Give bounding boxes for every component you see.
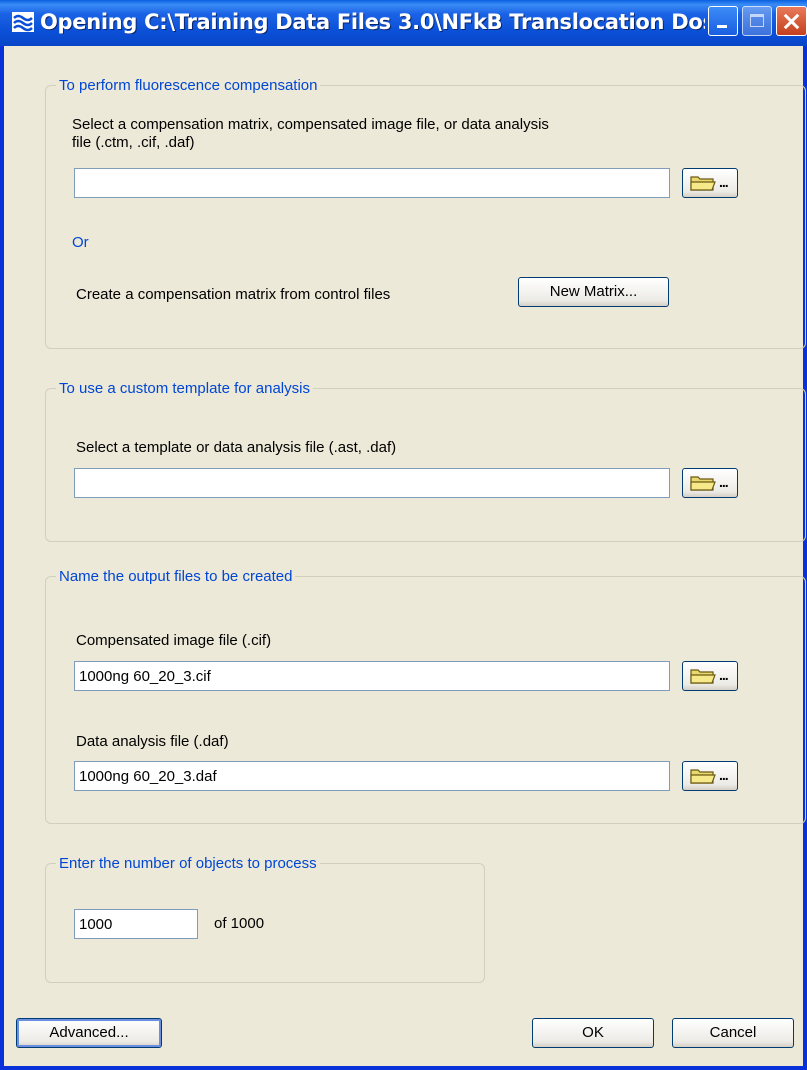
browse-dots: ...: [719, 174, 729, 190]
new-matrix-button[interactable]: New Matrix...: [518, 277, 669, 307]
folder-icon: [690, 669, 716, 684]
cif-browse-button[interactable]: ...: [682, 661, 738, 691]
browse-dots: ...: [719, 767, 729, 783]
cancel-button[interactable]: Cancel: [672, 1018, 794, 1048]
template-select-label: Select a template or data analysis file …: [76, 439, 397, 456]
daf-browse-button[interactable]: ...: [682, 761, 738, 791]
advanced-button[interactable]: Advanced...: [16, 1018, 162, 1048]
compensation-group-title: To perform fluorescence compensation: [59, 77, 318, 94]
objects-group-title: Enter the number of objects to process: [59, 855, 317, 872]
maximize-button[interactable]: [742, 6, 772, 36]
ok-button[interactable]: OK: [532, 1018, 654, 1048]
output-group-title: Name the output files to be created: [59, 568, 293, 585]
folder-icon: [690, 476, 716, 491]
browse-dots: ...: [719, 667, 729, 683]
folder-icon: [690, 769, 716, 784]
or-label: Or: [72, 234, 89, 251]
cif-label: Compensated image file (.cif): [76, 632, 272, 649]
compensation-browse-button[interactable]: ...: [682, 168, 738, 198]
dialog-window: Opening C:\Training Data Files 3.0\NFkB …: [0, 0, 807, 1070]
template-file-input[interactable]: [74, 468, 670, 498]
app-icon: [12, 12, 34, 32]
compensation-select-label: Select a compensation matrix, compensate…: [72, 116, 549, 151]
daf-label: Data analysis file (.daf): [76, 733, 229, 750]
template-browse-button[interactable]: ...: [682, 468, 738, 498]
template-group: To use a custom template for analysis: [45, 380, 806, 542]
object-total-label: of 1000: [214, 915, 265, 932]
object-count-input[interactable]: [74, 909, 198, 939]
minimize-button[interactable]: [708, 6, 738, 36]
cif-file-input[interactable]: [74, 661, 670, 691]
title-bar[interactable]: Opening C:\Training Data Files 3.0\NFkB …: [0, 0, 807, 46]
compensation-file-input[interactable]: [74, 168, 670, 198]
create-matrix-label: Create a compensation matrix from contro…: [76, 286, 391, 303]
daf-file-input[interactable]: [74, 761, 670, 791]
browse-dots: ...: [719, 474, 729, 490]
folder-icon: [690, 176, 716, 191]
close-button[interactable]: [776, 6, 807, 36]
window-title: Opening C:\Training Data Files 3.0\NFkB …: [40, 10, 705, 34]
template-group-title: To use a custom template for analysis: [59, 380, 310, 397]
